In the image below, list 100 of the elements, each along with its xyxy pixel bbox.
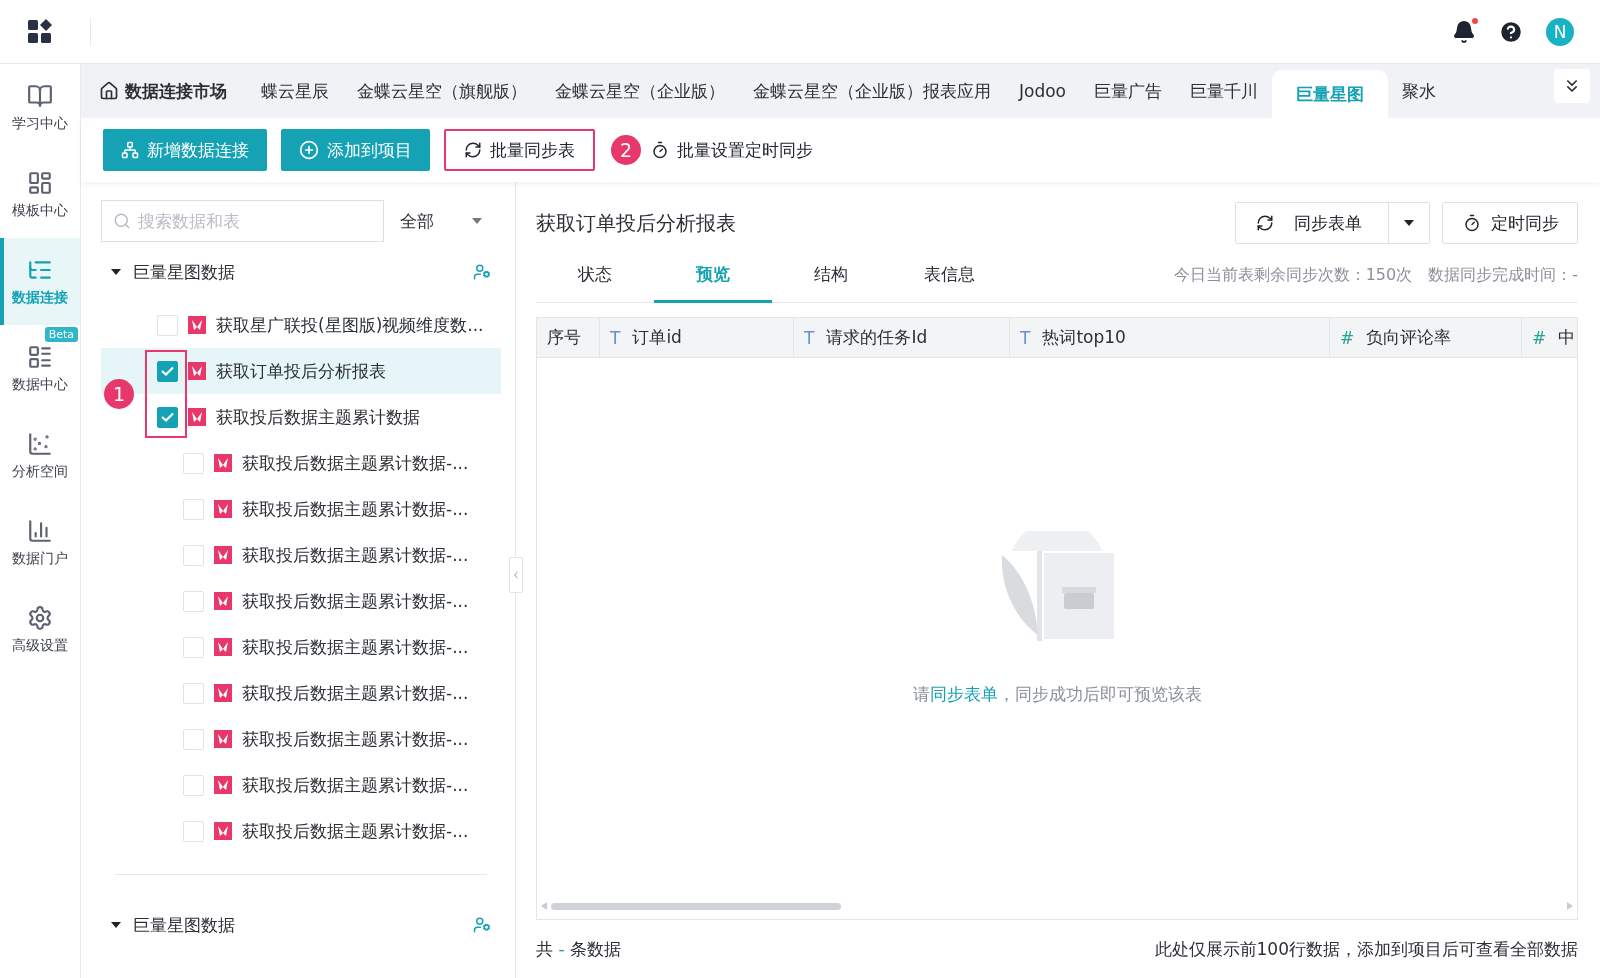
table-name: 获取投后数据主题累计数据-... [242, 451, 469, 475]
source-logo-icon [214, 638, 232, 656]
notification-bell-icon[interactable] [1452, 19, 1476, 44]
tree-row[interactable]: 获取投后数据主题累计数据-... [101, 716, 501, 762]
nav-label: 高级设置 [12, 636, 68, 655]
search-field[interactable]: 搜索数据和表 [101, 200, 384, 242]
tree-row[interactable]: 获取投后数据主题累计数据-... [101, 486, 501, 532]
tree-row[interactable]: 获取投后数据主题累计数据-... [101, 578, 501, 624]
nav-label: 学习中心 [12, 114, 68, 133]
tree-row[interactable]: 获取投后数据主题累计数据-... [101, 762, 501, 808]
table-name: 获取投后数据主题累计数据-... [242, 589, 469, 613]
refresh-icon [1256, 214, 1274, 232]
table-name: 获取投后数据主题累计数据-... [242, 681, 469, 705]
timer-icon [651, 141, 669, 159]
list-icon [27, 343, 53, 370]
source-logo-icon [188, 408, 206, 426]
empty-state-message: 请同步表单，同步成功后即可预览该表 [912, 683, 1202, 706]
user-settings-icon[interactable] [473, 263, 491, 281]
checkbox[interactable] [157, 360, 178, 382]
user-settings-icon[interactable] [473, 916, 491, 934]
tree-row[interactable]: 获取投后数据主题累计数据-... [101, 440, 501, 486]
source-logo-icon [214, 454, 232, 472]
row-count-text: 共 - 条数据 [536, 937, 621, 961]
dashboard-icon [27, 169, 53, 196]
nav-label: 模板中心 [12, 201, 68, 220]
source-logo-icon [188, 362, 206, 380]
table-title: 获取订单投后分析报表 [536, 209, 737, 237]
nav-item[interactable]: 学习中心 [0, 64, 80, 151]
home-tab[interactable]: 数据连接市场 [99, 64, 247, 118]
source-logo-icon [214, 684, 232, 702]
tab[interactable]: 巨量广告 [1080, 64, 1176, 118]
scroll-right-icon[interactable] [1567, 902, 1573, 910]
caret-icon [111, 922, 121, 928]
source-logo-icon [214, 822, 232, 840]
table-name: 获取星广联投(星图版)视频维度数... [216, 313, 484, 337]
nav-item[interactable]: Beta 数据中心 [0, 325, 80, 412]
nav-label: 数据连接 [12, 288, 68, 307]
sync-button[interactable]: 同步表单 [1236, 203, 1389, 243]
scrollbar-thumb[interactable] [551, 902, 841, 910]
column-header: T 订单id [600, 318, 794, 357]
preview-note: 此处仅展示前100行数据，添加到项目后可查看全部数据 [1154, 937, 1578, 961]
search-icon [113, 212, 131, 230]
tab[interactable]: 蝶云星辰 [247, 64, 343, 118]
beta-badge: Beta [44, 327, 78, 342]
source-logo-icon [188, 316, 206, 334]
tree-row[interactable]: 获取投后数据主题累计数据-... [101, 532, 501, 578]
caret-icon [1404, 220, 1414, 226]
book-icon [27, 82, 53, 109]
tab[interactable]: 巨量千川 [1176, 64, 1272, 118]
sync-time-text: 数据同步完成时间：- [1428, 264, 1578, 286]
nav-label: 数据中心 [12, 375, 68, 394]
network-icon [121, 141, 139, 159]
table-name: 获取投后数据主题累计数据-... [242, 635, 469, 659]
tree-row[interactable]: 获取投后数据主题累计数据-... [101, 670, 501, 716]
nav-item[interactable]: 数据门户 [0, 499, 80, 586]
tab[interactable]: 金蝶云星空（旗舰版） [343, 64, 541, 118]
source-logo-icon [214, 730, 232, 748]
tab[interactable]: 金蝶云星空（企业版） [541, 64, 739, 118]
source-logo-icon [214, 592, 232, 610]
sync-count-text: 今日当前表剩余同步次数：150次 [1173, 264, 1413, 286]
plus-circle-icon [299, 140, 319, 160]
nav-item[interactable]: 分析空间 [0, 412, 80, 499]
settings-icon [27, 604, 53, 631]
column-header: T 热词top10 [1010, 318, 1330, 357]
collapse-handle[interactable] [509, 557, 523, 593]
group-header[interactable]: 巨量星图数据 [101, 242, 501, 302]
tab[interactable]: Jodoo [1005, 64, 1080, 118]
tree-row[interactable]: 获取投后数据主题累计数据-... [101, 808, 501, 854]
table-name: 获取投后数据主题累计数据-... [242, 497, 469, 521]
nav-item[interactable]: 高级设置 [0, 586, 80, 673]
tab[interactable]: 表信息 [890, 248, 1008, 303]
table-name: 获取投后数据主题累计数据-... [242, 773, 469, 797]
step-marker: 2 [611, 135, 641, 165]
group-header[interactable]: 巨量星图数据 [101, 895, 501, 955]
nav-label: 分析空间 [12, 462, 68, 481]
scroll-left-icon[interactable] [541, 902, 547, 910]
checkbox[interactable] [157, 406, 178, 428]
table-name: 获取投后数据主题累计数据-... [242, 819, 469, 843]
checkmark-icon [161, 366, 174, 376]
tree-row[interactable]: 获取星广联投(星图版)视频维度数... [101, 302, 501, 348]
timer-icon [1463, 214, 1481, 232]
column-header: 序号 [537, 318, 600, 357]
schedule-button[interactable]: 定时同步 [1442, 202, 1578, 244]
filter-dropdown[interactable]: 全部 [384, 200, 494, 242]
bar-chart-icon [27, 517, 53, 544]
tree-row[interactable]: 获取投后数据主题累计数据-... [101, 624, 501, 670]
tab[interactable]: 状态 [536, 248, 654, 303]
nav-item[interactable]: 模板中心 [0, 151, 80, 238]
tab[interactable]: 结构 [772, 248, 890, 303]
column-header: T 请求的任务Id [794, 318, 1010, 357]
toolbar-button[interactable]: 批量同步表 [444, 129, 595, 171]
app-grid-icon[interactable] [26, 17, 54, 46]
step-marker: 1 [104, 379, 134, 409]
home-icon [99, 81, 119, 101]
tab[interactable]: 金蝶云星空（企业版）报表应用 [739, 64, 1005, 118]
more-tabs-button[interactable] [1554, 69, 1590, 103]
column-header: # 中 [1522, 318, 1577, 357]
source-logo-icon [214, 546, 232, 564]
table-name: 获取订单投后分析报表 [216, 359, 386, 383]
tab[interactable]: 聚水 [1388, 64, 1450, 118]
